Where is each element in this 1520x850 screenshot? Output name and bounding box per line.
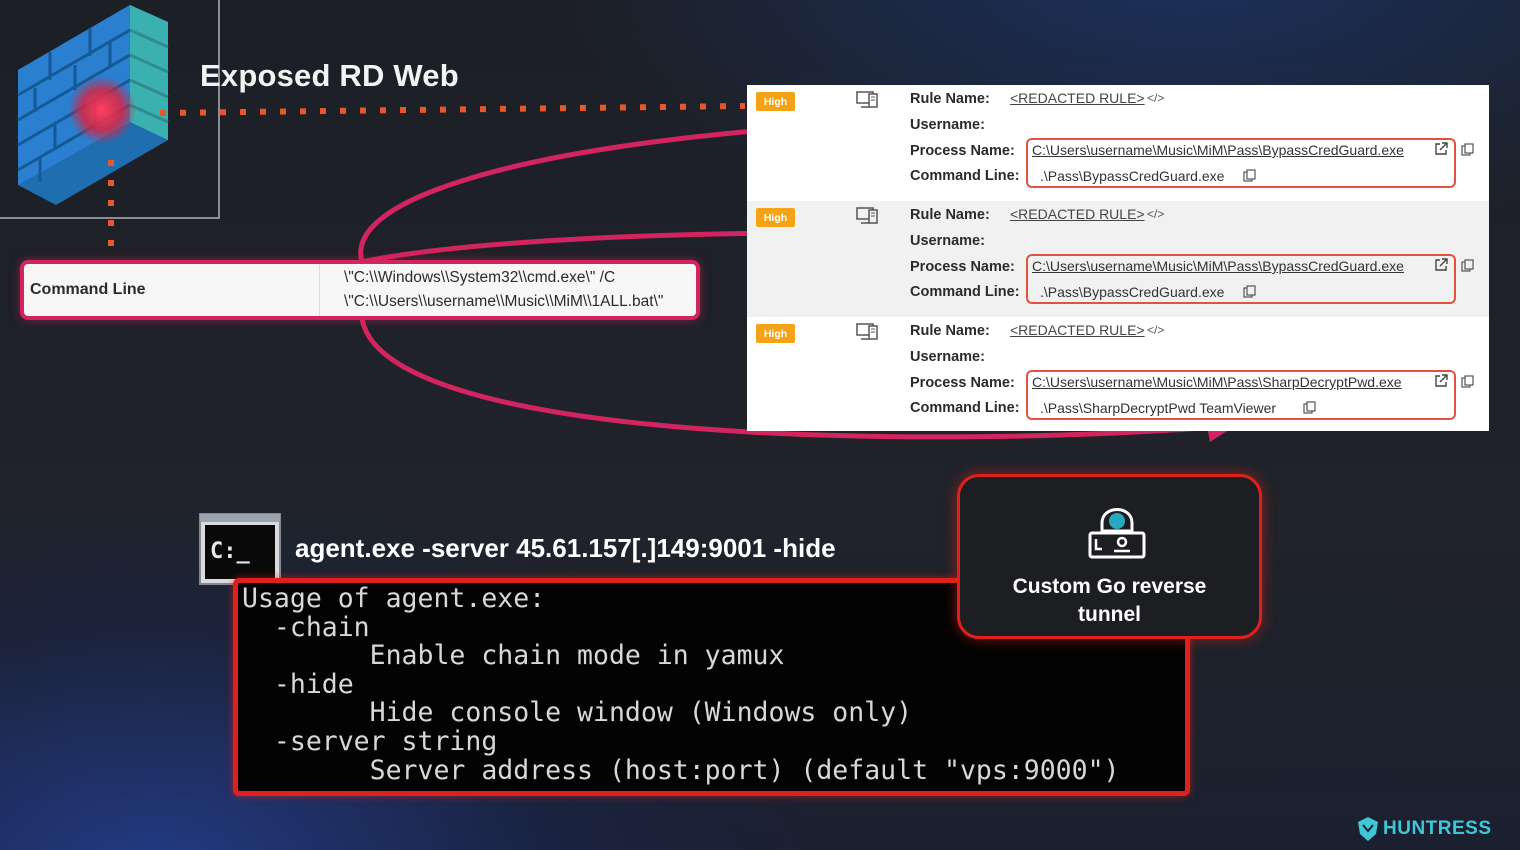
rule-name-label: Rule Name:	[910, 207, 990, 223]
copy-icon[interactable]	[1461, 375, 1474, 388]
code-view-icon[interactable]: </>	[1147, 323, 1164, 337]
command-line-value: .\Pass\SharpDecryptPwd TeamViewer	[1040, 400, 1277, 416]
rule-name-link[interactable]: <REDACTED RULE>	[1010, 90, 1145, 106]
agent-command: agent.exe -server 45.61.157[.]149:9001 -…	[295, 533, 836, 563]
username-label: Username:	[910, 233, 985, 249]
command-line-box: Command Line \"C:\\Windows\\System32\\cm…	[20, 260, 700, 320]
command-line-label: Command Line:	[910, 400, 1020, 416]
rule-name-label: Rule Name:	[910, 91, 990, 107]
process-name-label: Process Name:	[910, 375, 1015, 391]
host-computer-icon	[856, 323, 878, 340]
username-label: Username:	[910, 117, 985, 133]
external-link-icon[interactable]	[1434, 142, 1448, 156]
host-computer-icon	[856, 207, 878, 224]
rule-name-label: Rule Name:	[910, 323, 990, 339]
severity-badge: High	[756, 92, 795, 111]
huntress-shield-icon	[1358, 817, 1378, 841]
process-name-link[interactable]: C:\Users\username\Music\MiM\Pass\SharpDe…	[1032, 374, 1402, 390]
usage-line: Hide console window (Windows only)	[242, 697, 913, 729]
process-name-link[interactable]: C:\Users\username\Music\MiM\Pass\BypassC…	[1032, 258, 1404, 274]
detection-row: High Rule Name: <REDACTED RULE> </> User…	[747, 85, 1489, 201]
cmd-icon-text: C:_	[210, 539, 250, 564]
external-link-icon[interactable]	[1434, 258, 1448, 272]
rule-name-link[interactable]: <REDACTED RULE>	[1010, 206, 1145, 222]
command-prompt-icon: C:_	[199, 513, 281, 585]
page-title: Exposed RD Web	[200, 58, 459, 93]
detection-row: High Rule Name: <REDACTED RULE> </> User…	[747, 201, 1489, 317]
severity-badge: High	[756, 324, 795, 343]
hacker-laptop-icon	[1088, 508, 1146, 559]
usage-line: -server string	[242, 725, 498, 757]
usage-line: Server address (host:port) (default "vps…	[242, 754, 1120, 786]
process-name-label: Process Name:	[910, 259, 1015, 275]
firewall-icon	[17, 5, 169, 205]
detection-row: High Rule Name: <REDACTED RULE> </> User…	[747, 317, 1489, 433]
command-line-value: .\Pass\BypassCredGuard.exe	[1040, 284, 1225, 300]
process-name-label: Process Name:	[910, 143, 1015, 159]
code-view-icon[interactable]: </>	[1147, 207, 1164, 221]
tunnel-label-line2: tunnel	[1078, 603, 1141, 626]
command-line-value: \"C:\\Windows\\System32\\cmd.exe\" /C \"…	[320, 266, 663, 314]
usage-line: -hide	[242, 668, 354, 700]
host-computer-icon	[856, 91, 878, 108]
copy-icon[interactable]	[1461, 143, 1474, 156]
severity-badge: High	[756, 208, 795, 227]
command-line-value-line2: \"C:\\Users\\username\\Music\\MiM\\1ALL.…	[344, 293, 664, 310]
huntress-logo: HUNTRESS	[1356, 816, 1492, 842]
command-line-label: Command Line	[24, 264, 320, 316]
detections-panel: High Rule Name: <REDACTED RULE> </> User…	[747, 85, 1489, 431]
copy-icon[interactable]	[1461, 259, 1474, 272]
process-name-link[interactable]: C:\Users\username\Music\MiM\Pass\BypassC…	[1032, 142, 1404, 158]
usage-line: Usage of agent.exe:	[242, 583, 546, 614]
tunnel-label-line1: Custom Go reverse	[1012, 575, 1207, 598]
usage-line: -chain	[242, 611, 370, 643]
rule-name-link[interactable]: <REDACTED RULE>	[1010, 322, 1145, 338]
command-line-label: Command Line:	[910, 168, 1020, 184]
usage-line: Enable chain mode in yamux	[242, 640, 785, 672]
external-link-icon[interactable]	[1434, 374, 1448, 388]
brand-text: HUNTRESS	[1383, 818, 1492, 839]
copy-icon[interactable]	[1303, 401, 1316, 414]
copy-icon[interactable]	[1243, 285, 1256, 298]
command-line-value: .\Pass\BypassCredGuard.exe	[1040, 168, 1225, 184]
command-line-value-line1: \"C:\\Windows\\System32\\cmd.exe\" /C	[344, 269, 616, 286]
username-label: Username:	[910, 349, 985, 365]
command-line-label: Command Line:	[910, 284, 1020, 300]
reverse-tunnel-card: Custom Go reverse tunnel	[957, 474, 1262, 639]
code-view-icon[interactable]: </>	[1147, 91, 1164, 105]
copy-icon[interactable]	[1243, 169, 1256, 182]
tunnel-label: Custom Go reverse tunnel	[960, 573, 1259, 629]
